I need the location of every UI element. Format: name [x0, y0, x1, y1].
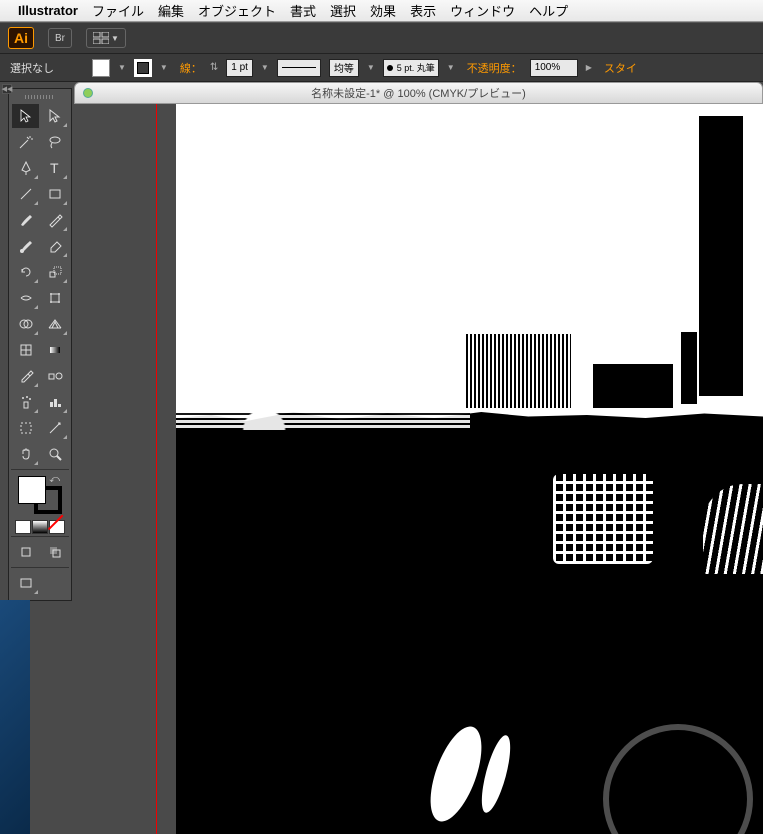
- opacity-label: 不透明度：: [467, 60, 522, 76]
- stroke-profile-field[interactable]: 均等: [329, 59, 359, 77]
- artwork-content: [176, 104, 763, 834]
- panel-grabber[interactable]: [11, 93, 69, 101]
- column-graph-tool[interactable]: [41, 390, 68, 414]
- menu-view[interactable]: 表示: [410, 1, 436, 20]
- screen-mode-button[interactable]: [12, 571, 39, 595]
- menu-type[interactable]: 書式: [290, 1, 316, 20]
- artboard[interactable]: [176, 104, 763, 834]
- draw-behind-button[interactable]: [41, 540, 68, 564]
- stroke-profile-dropdown[interactable]: [277, 59, 321, 77]
- draw-normal-button[interactable]: [12, 540, 39, 564]
- stroke-weight-field[interactable]: 1 pt: [226, 59, 253, 77]
- panel-collapse-button[interactable]: ◀◀: [2, 84, 12, 94]
- none-mode-button[interactable]: [49, 520, 65, 534]
- symbol-sprayer-tool[interactable]: [12, 390, 39, 414]
- rectangle-tool[interactable]: [41, 182, 68, 206]
- document-titlebar[interactable]: 名称未設定-1* @ 100% (CMYK/プレビュー): [74, 82, 763, 104]
- fill-color-swatch[interactable]: [92, 59, 110, 77]
- chevron-down-icon[interactable]: ▼: [118, 63, 126, 72]
- app-topbar: Ai Br ▼: [0, 22, 763, 54]
- menu-effect[interactable]: 効果: [370, 1, 396, 20]
- blob-brush-tool[interactable]: [12, 234, 39, 258]
- app-menu[interactable]: Illustrator: [18, 3, 78, 18]
- type-tool[interactable]: T: [41, 156, 68, 180]
- lasso-tool[interactable]: [41, 130, 68, 154]
- mac-menubar: Illustrator ファイル 編集 オブジェクト 書式 選択 効果 表示 ウ…: [0, 0, 763, 22]
- ai-logo-icon: Ai: [8, 27, 34, 49]
- chevron-down-icon[interactable]: ▼: [160, 63, 168, 72]
- menu-edit[interactable]: 編集: [158, 1, 184, 20]
- color-mode-button[interactable]: [15, 520, 31, 534]
- fill-stroke-control[interactable]: ⤺: [16, 474, 64, 516]
- chevron-down-icon[interactable]: ▶: [586, 63, 592, 72]
- grid-icon: [93, 32, 109, 44]
- magic-wand-tool[interactable]: [12, 130, 39, 154]
- canvas-area: 名称未設定-1* @ 100% (CMYK/プレビュー): [72, 82, 763, 834]
- empty-slot: [41, 571, 68, 595]
- blend-tool[interactable]: [41, 364, 68, 388]
- pencil-tool[interactable]: [41, 208, 68, 232]
- opacity-field[interactable]: 100%: [530, 59, 578, 77]
- stepper-icon[interactable]: ⇅: [210, 62, 218, 73]
- eraser-tool[interactable]: [41, 234, 68, 258]
- svg-text:T: T: [50, 160, 59, 176]
- brush-dropdown[interactable]: 5 pt. 丸筆: [383, 59, 439, 77]
- selection-tool[interactable]: [12, 104, 39, 128]
- pen-tool[interactable]: [12, 156, 39, 180]
- fill-swatch[interactable]: [18, 476, 46, 504]
- scale-tool[interactable]: [41, 260, 68, 284]
- chevron-down-icon[interactable]: ▼: [367, 63, 375, 72]
- eyedropper-tool[interactable]: [12, 364, 39, 388]
- stroke-label: 線：: [180, 60, 202, 76]
- slice-tool[interactable]: [41, 416, 68, 440]
- gradient-mode-button[interactable]: [32, 520, 48, 534]
- swap-fill-stroke-icon[interactable]: ⤺: [49, 474, 60, 485]
- hand-tool[interactable]: [12, 442, 39, 466]
- menu-help[interactable]: ヘルプ: [529, 1, 568, 20]
- paintbrush-tool[interactable]: [12, 208, 39, 232]
- tools-panel: T: [8, 88, 72, 601]
- free-transform-tool[interactable]: [41, 286, 68, 310]
- chevron-down-icon[interactable]: ▼: [447, 63, 455, 72]
- style-label: スタイ: [604, 60, 637, 76]
- gradient-tool[interactable]: [41, 338, 68, 362]
- rotate-tool[interactable]: [12, 260, 39, 284]
- selection-status: 選択なし: [10, 60, 54, 76]
- chevron-down-icon: ▼: [111, 34, 119, 43]
- workspace: T: [0, 82, 763, 834]
- window-close-icon[interactable]: [83, 88, 93, 98]
- mesh-tool[interactable]: [12, 338, 39, 362]
- arrange-documents-button[interactable]: ▼: [86, 28, 126, 48]
- perspective-grid-tool[interactable]: [41, 312, 68, 336]
- artboard-tool[interactable]: [12, 416, 39, 440]
- direct-selection-tool[interactable]: [41, 104, 68, 128]
- line-tool[interactable]: [12, 182, 39, 206]
- menu-file[interactable]: ファイル: [92, 1, 144, 20]
- document-viewport[interactable]: [74, 104, 763, 834]
- stroke-color-swatch[interactable]: [134, 59, 152, 77]
- zoom-tool[interactable]: [41, 442, 68, 466]
- menu-window[interactable]: ウィンドウ: [450, 1, 515, 20]
- chevron-down-icon[interactable]: ▼: [261, 63, 269, 72]
- control-bar: 選択なし ▼ ▼ 線： ⇅ 1 pt▼ 均等▼ 5 pt. 丸筆▼ 不透明度： …: [0, 54, 763, 82]
- bridge-button[interactable]: Br: [48, 28, 72, 48]
- guide-vertical[interactable]: [156, 104, 157, 834]
- shape-builder-tool[interactable]: [12, 312, 39, 336]
- width-tool[interactable]: [12, 286, 39, 310]
- menu-object[interactable]: オブジェクト: [198, 1, 276, 20]
- document-title: 名称未設定-1* @ 100% (CMYK/プレビュー): [311, 85, 526, 101]
- menu-select[interactable]: 選択: [330, 1, 356, 20]
- desktop-background: [0, 600, 30, 834]
